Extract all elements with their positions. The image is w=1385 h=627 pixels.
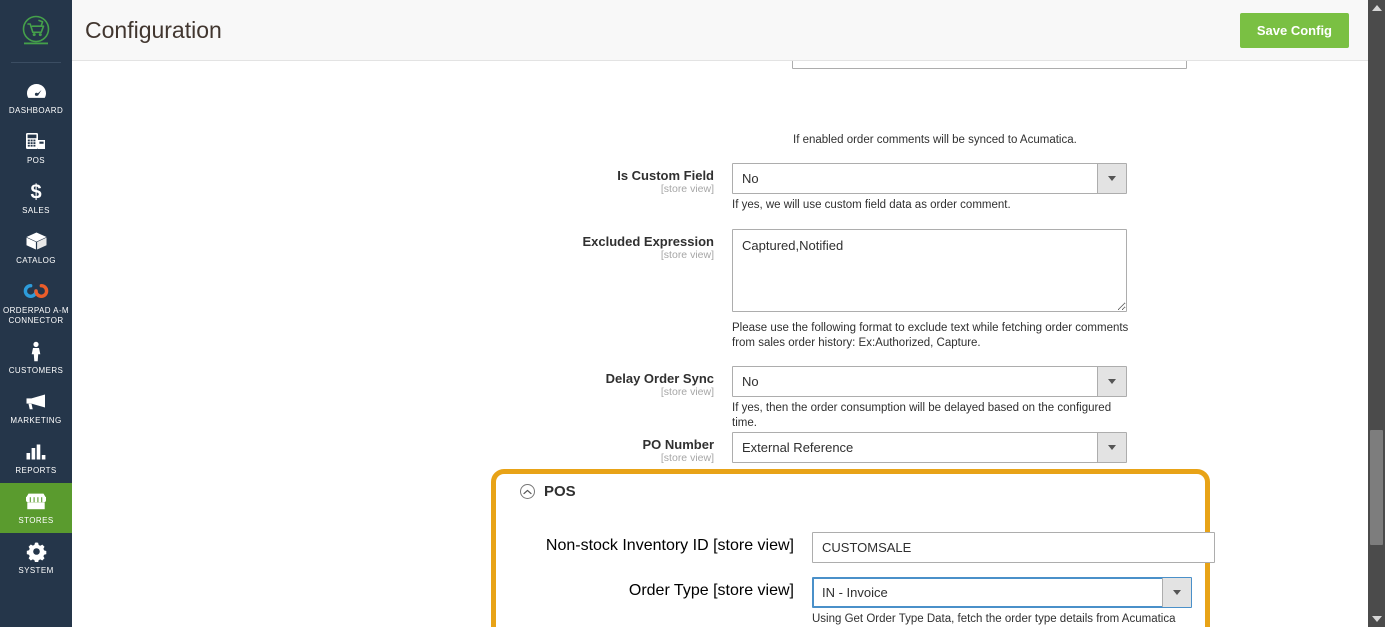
dollar-sign-icon: $	[28, 180, 44, 202]
page-header: Configuration Save Config	[72, 0, 1385, 61]
scroll-down-arrow-icon[interactable]	[1371, 616, 1382, 622]
field-scope: [store view]	[713, 537, 794, 554]
field-hint: Please use the following format to exclu…	[732, 322, 1129, 349]
field-label-block: Non-stock Inventory ID [store view]	[496, 532, 812, 563]
field-label-block: Excluded Expression [store view]	[72, 229, 732, 262]
select-value: No	[742, 374, 759, 389]
field-label: Excluded Expression	[582, 234, 715, 249]
scroll-up-arrow-icon[interactable]	[1371, 5, 1382, 11]
sidebar-item-label: ORDERPAD A-M CONNECTOR	[3, 306, 69, 325]
dashboard-gauge-icon	[26, 80, 47, 102]
field-label: Delay Order Sync	[605, 371, 714, 386]
linked-chain-icon	[23, 280, 49, 302]
storefront-icon	[24, 490, 48, 512]
non-stock-inventory-id-input[interactable]	[812, 532, 1215, 563]
pos-terminal-icon	[25, 130, 47, 152]
sidebar-item-dashboard[interactable]: DASHBOARD	[0, 73, 72, 123]
order-comment-sync-hint: If enabled order comments will be synced…	[793, 134, 1077, 146]
field-row-order-type: Order Type [store view] IN - Invoice Usi…	[496, 577, 1205, 627]
field-control	[812, 532, 1215, 563]
field-label: Order Type	[628, 582, 709, 599]
box-icon	[25, 230, 48, 252]
order-type-select[interactable]: IN - Invoice	[812, 577, 1192, 608]
save-config-button[interactable]: Save Config	[1239, 12, 1349, 48]
field-label: Is Custom Field	[617, 168, 714, 183]
po-number-select[interactable]: External Reference	[732, 432, 1127, 463]
page-title: Configuration	[85, 16, 222, 43]
sidebar-item-catalog[interactable]: CATALOG	[0, 223, 72, 273]
select-value: External Reference	[742, 440, 854, 455]
pos-section-highlight: POS Non-stock Inventory ID [store view]	[491, 469, 1215, 627]
field-label-block: Delay Order Sync [store view]	[72, 366, 732, 399]
sidebar-item-pos[interactable]: POS	[0, 123, 72, 173]
sidebar-item-reports[interactable]: REPORTS	[0, 433, 72, 483]
field-control: No If yes, then the order consumption wi…	[732, 366, 1385, 431]
is-custom-field-select[interactable]: No	[732, 163, 1127, 194]
select-value: No	[742, 171, 759, 186]
configuration-form: If enabled order comments will be synced…	[72, 61, 1385, 627]
sidebar-item-marketing[interactable]: MARKETING	[0, 383, 72, 433]
field-control: No If yes, we will use custom field data…	[732, 163, 1385, 213]
scrollbar-thumb[interactable]	[1370, 430, 1383, 545]
gear-icon	[26, 540, 47, 562]
svg-text:$: $	[30, 181, 41, 202]
pos-section-title: POS	[544, 483, 576, 500]
pos-section-header[interactable]: POS	[496, 474, 1205, 500]
field-hint: If yes, then the order consumption will …	[732, 402, 1112, 429]
sidebar-item-sales[interactable]: $ SALES	[0, 173, 72, 223]
sidebar-item-label: CATALOG	[16, 256, 56, 265]
chevron-down-icon	[1097, 367, 1126, 396]
sidebar-item-label: SALES	[22, 206, 50, 215]
sidebar-item-label: DASHBOARD	[8, 106, 64, 115]
sidebar-item-system[interactable]: SYSTEM	[0, 533, 72, 583]
sidebar-item-label: POS	[26, 156, 46, 165]
chevron-down-icon	[1097, 164, 1126, 193]
sidebar-item-label: MARKETING	[10, 416, 62, 425]
field-hint: Using Get Order Type Data, fetch the ord…	[812, 613, 1176, 625]
chevron-up-circle-icon	[520, 484, 535, 499]
field-row-delay-order-sync: Delay Order Sync [store view] No If yes,…	[72, 366, 1385, 431]
sidebar-item-orderpad-connector[interactable]: ORDERPAD A-M CONNECTOR	[0, 273, 72, 333]
sidebar-item-stores[interactable]: STORES	[0, 483, 72, 533]
field-control: Please use the following format to exclu…	[732, 229, 1385, 351]
page-vertical-scrollbar[interactable]	[1368, 0, 1385, 627]
bar-chart-icon	[25, 440, 47, 462]
field-label-block: PO Number [store view]	[72, 432, 732, 465]
chevron-down-icon	[1162, 578, 1191, 607]
excluded-expression-textarea[interactable]	[732, 229, 1127, 312]
select-value: IN - Invoice	[822, 585, 888, 600]
sidebar-item-label: REPORTS	[15, 466, 57, 475]
person-icon	[29, 340, 43, 362]
magento-cart-logo[interactable]	[0, 0, 72, 62]
order-comment-sync-select-partial[interactable]	[792, 61, 1187, 69]
admin-sidebar: DASHBOARD POS $ SALES CATALOG ORDERPAD A…	[0, 0, 72, 627]
chevron-down-icon	[1097, 433, 1126, 462]
field-scope: [store view]	[660, 386, 714, 398]
sidebar-divider	[11, 62, 61, 63]
field-row-is-custom-field: Is Custom Field [store view] No If yes, …	[72, 163, 1385, 213]
field-label: Non-stock Inventory ID	[545, 537, 709, 554]
delay-order-sync-select[interactable]: No	[732, 366, 1127, 397]
field-row-excluded-expression: Excluded Expression [store view] Please …	[72, 229, 1385, 351]
field-control: IN - Invoice Using Get Order Type Data, …	[812, 577, 1192, 627]
field-scope: [store view]	[660, 183, 714, 195]
admin-configuration-page: DASHBOARD POS $ SALES CATALOG ORDERPAD A…	[0, 0, 1385, 627]
field-row-po-number: PO Number [store view] External Referenc…	[72, 432, 1385, 465]
sidebar-item-customers[interactable]: CUSTOMERS	[0, 333, 72, 383]
main-content-area: Configuration Save Config If enabled ord…	[72, 0, 1385, 627]
field-scope: [store view]	[713, 582, 794, 599]
field-label-block: Order Type [store view]	[496, 577, 812, 627]
megaphone-icon	[25, 390, 48, 412]
sidebar-item-label: STORES	[18, 516, 54, 525]
field-scope: [store view]	[660, 452, 714, 464]
field-scope: [store view]	[660, 249, 714, 261]
sidebar-item-label: CUSTOMERS	[8, 366, 64, 375]
field-label-block: Is Custom Field [store view]	[72, 163, 732, 196]
chevron-down-icon	[793, 61, 801, 63]
sidebar-item-label: SYSTEM	[18, 566, 54, 575]
field-control: External Reference	[732, 432, 1385, 463]
field-row-non-stock-inventory-id: Non-stock Inventory ID [store view]	[496, 532, 1215, 563]
field-hint: If yes, we will use custom field data as…	[732, 199, 1011, 211]
field-label: PO Number	[642, 437, 714, 452]
